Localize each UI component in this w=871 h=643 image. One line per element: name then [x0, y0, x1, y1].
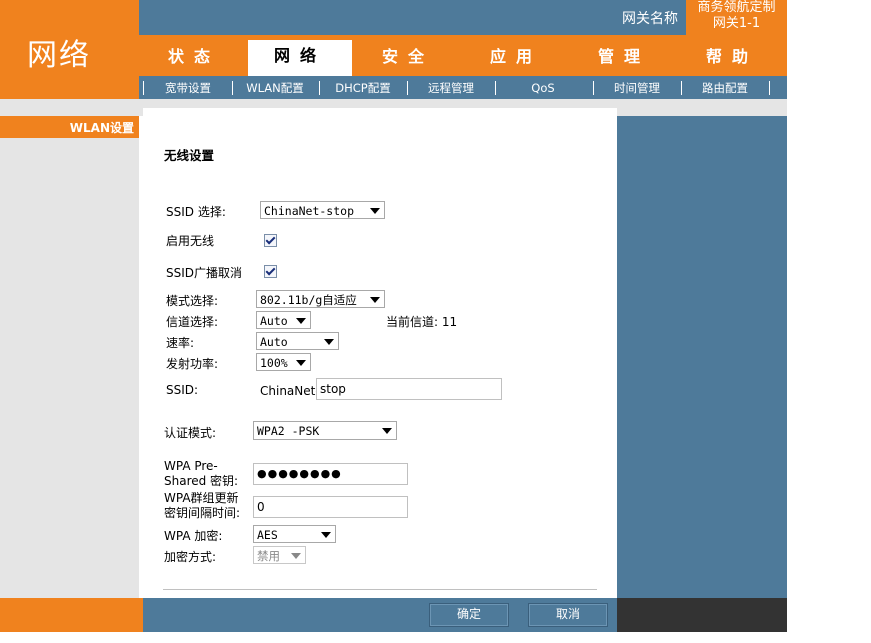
chevron-down-icon — [382, 428, 392, 434]
channel-select-value: Auto — [260, 314, 288, 328]
content-area — [143, 108, 617, 598]
chevron-down-icon — [321, 532, 331, 538]
rate-select[interactable]: Auto — [256, 332, 339, 350]
subtab-routing[interactable]: 路由配置 — [683, 80, 767, 96]
ssid-input[interactable]: stop — [316, 378, 502, 400]
tab-help[interactable]: 帮助 — [680, 44, 784, 76]
channel-label: 信道选择: — [166, 315, 219, 329]
enable-wireless-checkbox[interactable] — [264, 234, 277, 247]
ssid-select-value: ChinaNet-stop — [264, 204, 355, 218]
chevron-down-icon — [370, 297, 380, 303]
subnav-divider — [593, 81, 594, 95]
subtab-broadband[interactable]: 宽带设置 — [146, 80, 230, 96]
sidebar-item-label: WLAN设置 — [69, 121, 134, 135]
enable-wireless-label: 启用无线 — [166, 234, 215, 248]
wpa-psk-label: WPA Pre- Shared 密钥: — [164, 459, 238, 489]
subnav-divider — [143, 81, 144, 95]
auth-mode-label: 认证模式: — [164, 426, 217, 440]
subnav-divider — [495, 81, 496, 95]
ssid-select-label: SSID 选择: — [166, 205, 226, 219]
mode-label: 模式选择: — [166, 294, 219, 308]
ssid-broadcast-cancel-label: SSID广播取消 — [166, 266, 243, 280]
subtab-qos[interactable]: QoS — [497, 80, 589, 96]
right-panel — [617, 116, 787, 598]
auth-mode-select[interactable]: WPA2 -PSK — [253, 421, 397, 440]
encryption-method-label: 加密方式: — [164, 550, 217, 564]
tab-status[interactable]: 状态 — [142, 44, 246, 76]
ssid-broadcast-cancel-checkbox[interactable] — [264, 265, 277, 278]
current-channel: 当前信道: 11 — [386, 315, 458, 329]
subnav-divider — [681, 81, 682, 95]
tab-network[interactable]: 网络 — [248, 40, 352, 76]
encryption-method-select-value: 禁用 — [257, 549, 280, 563]
tab-management[interactable]: 管理 — [572, 44, 676, 76]
wpa-rekey-label-line2: 密钥间隔时间: — [164, 506, 241, 520]
ssid-prefix: ChinaNet- — [260, 384, 320, 398]
subnav-divider — [769, 81, 770, 95]
subtab-time[interactable]: 时间管理 — [595, 80, 679, 96]
wpa-rekey-input[interactable]: 0 — [253, 496, 408, 518]
ssid-select[interactable]: ChinaNet-stop — [260, 201, 385, 219]
wpa-encryption-label: WPA 加密: — [164, 529, 223, 543]
rate-select-value: Auto — [260, 335, 288, 349]
cancel-button[interactable]: 取消 — [528, 603, 608, 627]
wpa-psk-label-line1: WPA Pre- — [164, 459, 218, 473]
subnav-divider — [407, 81, 408, 95]
footer-left — [0, 598, 143, 632]
chevron-down-icon — [370, 208, 380, 214]
wpa-rekey-label: WPA群组更新 密钥间隔时间: — [164, 491, 240, 521]
wpa-psk-password-input[interactable]: ●●●●●●●● — [253, 463, 408, 485]
gateway-model-line2: 网关1-1 — [712, 16, 761, 31]
tx-power-label: 发射功率: — [166, 357, 219, 371]
wpa-psk-label-line2: Shared 密钥: — [164, 474, 239, 488]
wpa-encryption-select[interactable]: AES — [253, 525, 336, 543]
mode-select[interactable]: 802.11b/g自适应 — [256, 290, 385, 308]
footer-right — [617, 598, 787, 632]
chevron-down-icon — [296, 360, 306, 366]
form-heading: 无线设置 — [164, 148, 215, 163]
auth-mode-select-value: WPA2 -PSK — [257, 424, 320, 438]
channel-select[interactable]: Auto — [256, 311, 311, 329]
tx-power-select[interactable]: 100% — [256, 353, 311, 371]
chevron-down-icon — [291, 553, 301, 559]
tab-security[interactable]: 安全 — [356, 44, 460, 76]
gateway-name-label: 网关名称 — [622, 11, 678, 27]
tab-application[interactable]: 应用 — [464, 44, 568, 76]
form-divider — [163, 589, 597, 590]
sidebar — [0, 138, 139, 598]
chevron-down-icon — [324, 339, 334, 345]
chevron-down-icon — [296, 318, 306, 324]
encryption-method-select: 禁用 — [253, 546, 306, 564]
wpa-encryption-select-value: AES — [257, 528, 278, 542]
sidebar-item-wlan-settings[interactable]: WLAN设置 — [0, 116, 139, 138]
subtab-remote[interactable]: 远程管理 — [409, 80, 493, 96]
gateway-model-badge: 商务领航定制 网关1-1 — [686, 0, 787, 35]
tx-power-select-value: 100% — [260, 356, 288, 370]
ok-button[interactable]: 确定 — [429, 603, 509, 627]
subtab-wlan[interactable]: WLAN配置 — [234, 80, 316, 96]
ssid-label: SSID: — [166, 383, 199, 397]
subnav-divider — [232, 81, 233, 95]
rate-label: 速率: — [166, 336, 195, 350]
wpa-rekey-label-line1: WPA群组更新 — [164, 491, 239, 505]
subnav-divider — [319, 81, 320, 95]
section-title: 网络 — [27, 38, 91, 73]
mode-select-value: 802.11b/g自适应 — [260, 293, 357, 307]
gateway-model-line1: 商务领航定制 — [697, 0, 776, 15]
subtab-dhcp[interactable]: DHCP配置 — [321, 80, 405, 96]
